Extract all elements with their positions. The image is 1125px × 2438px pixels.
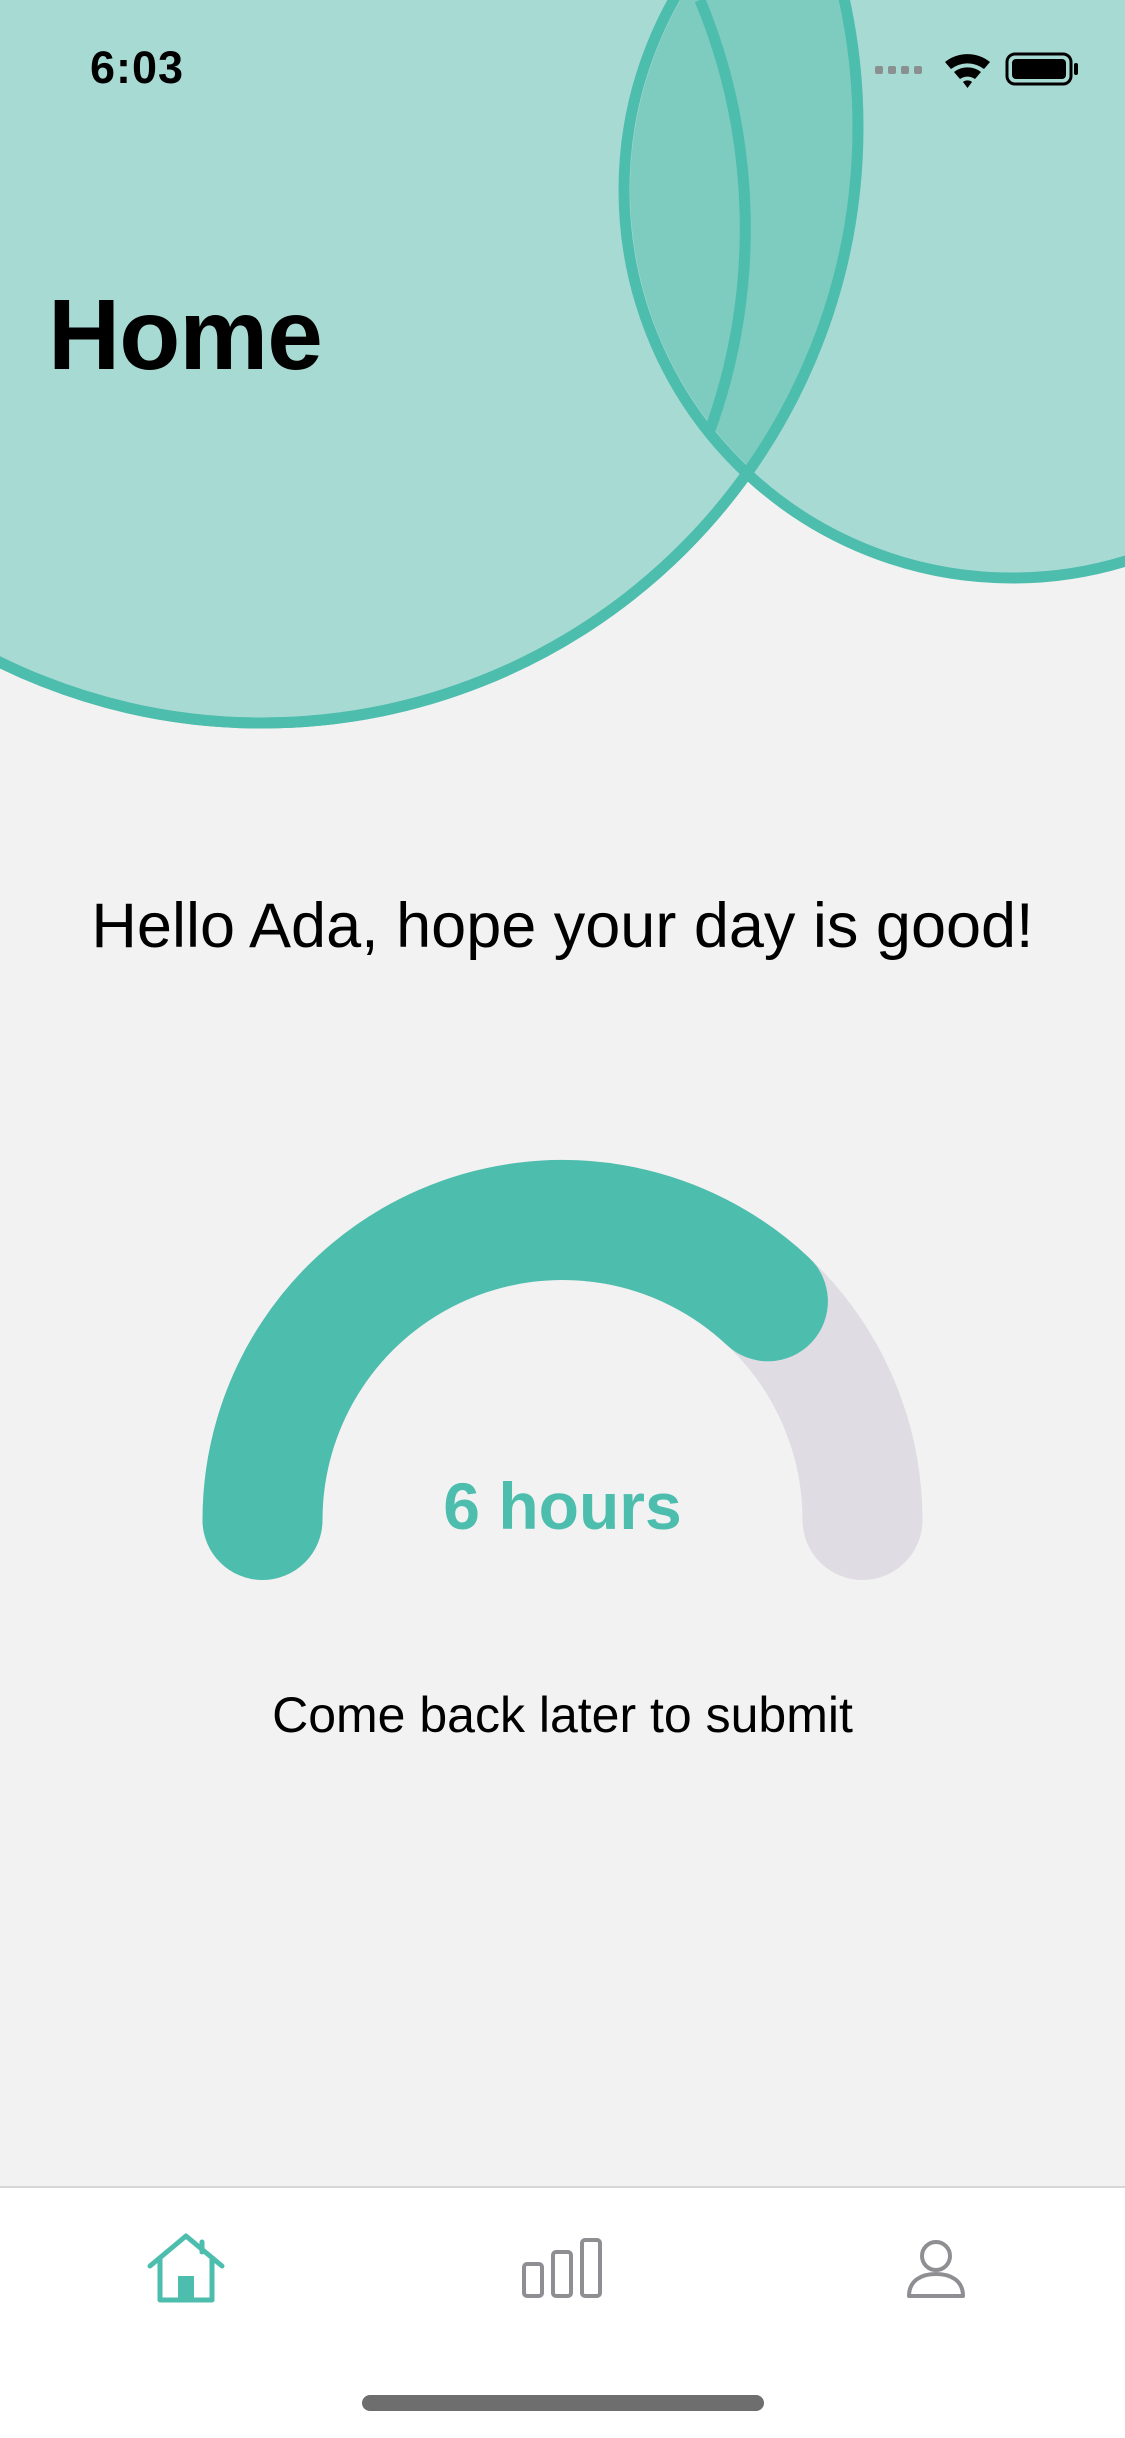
status-time: 6:03 — [90, 42, 185, 93]
page-title: Home — [48, 279, 323, 391]
tab-profile[interactable] — [876, 2218, 996, 2318]
wifi-icon — [945, 54, 990, 88]
greeting-text: Hello Ada, hope your day is good! — [91, 891, 1034, 961]
status-indicators — [875, 52, 1078, 88]
gauge-caption: Come back later to submit — [272, 1687, 853, 1743]
home-icon — [147, 2233, 225, 2303]
battery-icon — [1005, 52, 1078, 86]
signal-icon — [875, 66, 922, 74]
tab-statistics[interactable] — [502, 2218, 622, 2318]
bar-chart-icon — [522, 2238, 602, 2298]
gauge-value: 6 hours — [443, 1469, 682, 1543]
tab-home[interactable] — [126, 2218, 246, 2318]
profile-icon — [907, 2240, 965, 2298]
home-indicator — [362, 2395, 764, 2411]
